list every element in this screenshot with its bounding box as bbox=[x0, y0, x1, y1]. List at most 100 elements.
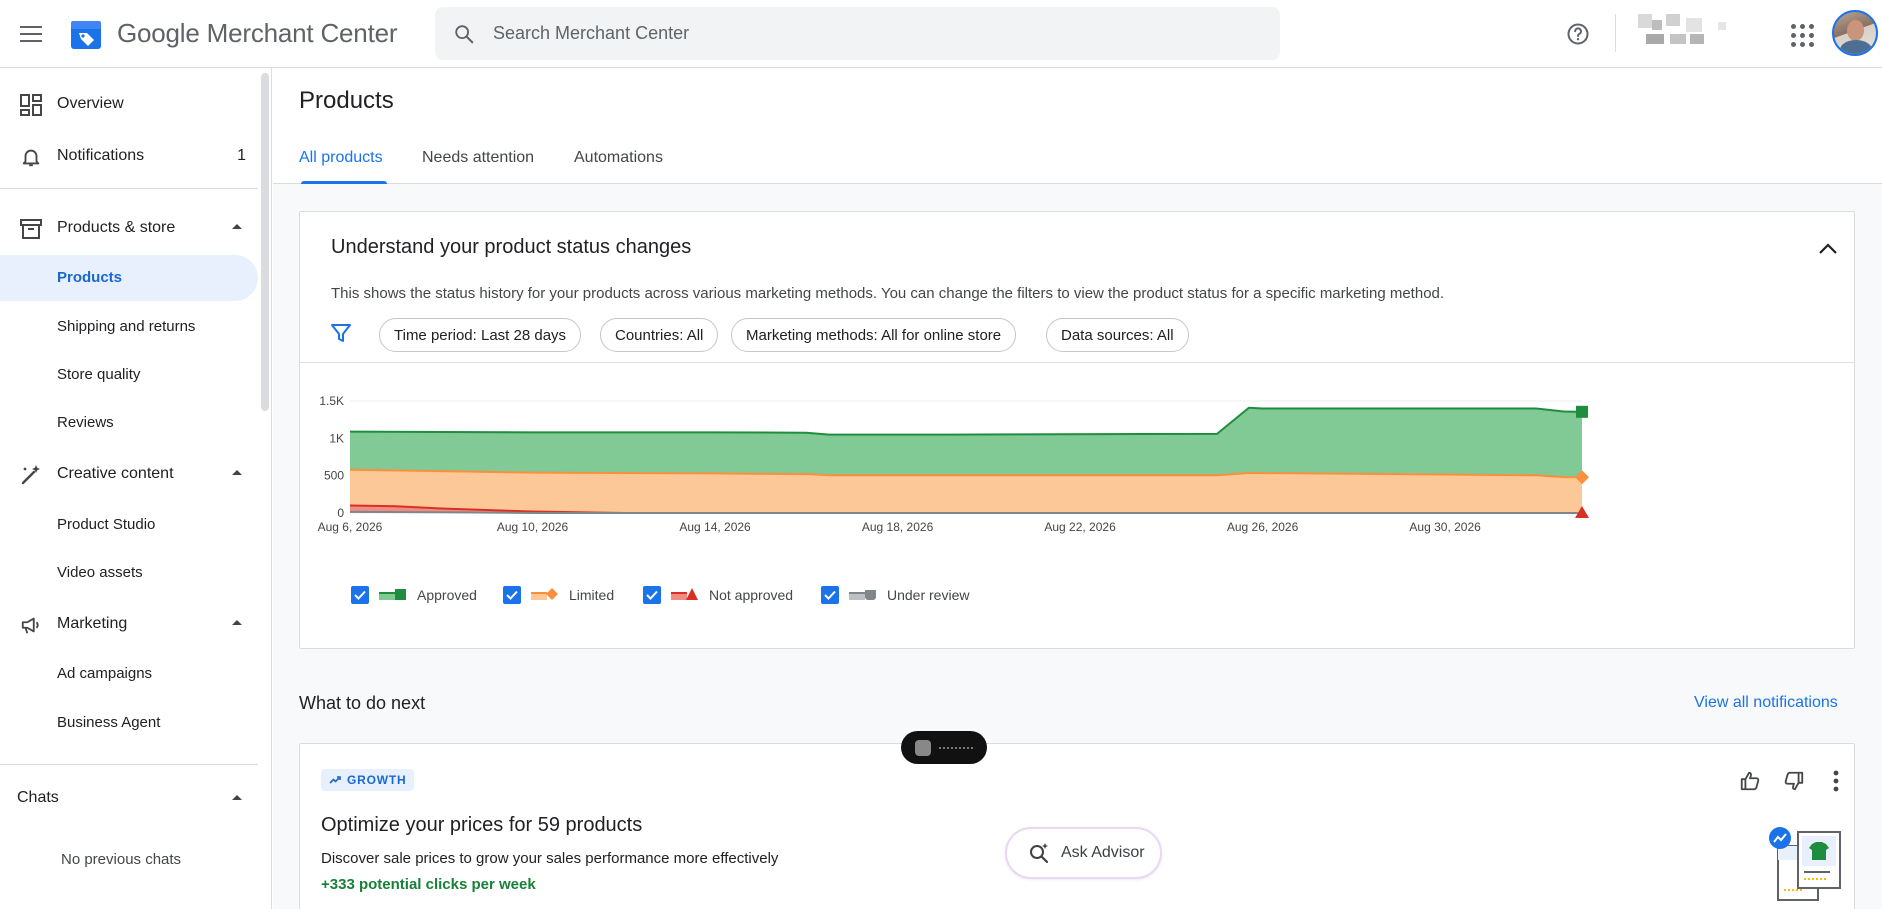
more-options-button[interactable] bbox=[1820, 765, 1852, 797]
megaphone-icon bbox=[19, 613, 43, 637]
thumbs-up-icon bbox=[1740, 771, 1760, 791]
status-card-description: This shows the status history for your p… bbox=[331, 285, 1445, 302]
series-line-under-review bbox=[349, 510, 1582, 514]
notifications-count: 1 bbox=[237, 147, 246, 164]
growth-recommendation-card: GROWTH Optimize your prices for 59 produ… bbox=[299, 743, 1855, 909]
collapse-caret-icon bbox=[232, 470, 242, 475]
bell-icon bbox=[19, 145, 43, 169]
trending-up-icon bbox=[329, 776, 341, 784]
approved-swatch-icon bbox=[379, 588, 407, 602]
thumbs-up-button[interactable] bbox=[1734, 765, 1766, 797]
tab-automations[interactable]: Automations bbox=[574, 149, 663, 167]
status-history-chart: 0 500 1K 1.5K Aug 6, 2026 Aug 10, 2026 Aug 14,… bbox=[318, 394, 1589, 534]
x-tick-label: Aug 22, 2026 bbox=[1044, 520, 1116, 534]
search-input[interactable] bbox=[493, 23, 1253, 44]
sidebar-item-product-studio[interactable]: Product Studio bbox=[0, 502, 258, 548]
search-sparkle-icon bbox=[1030, 843, 1049, 864]
sidebar-divider bbox=[0, 764, 258, 765]
checkbox-checked-icon[interactable] bbox=[351, 586, 369, 604]
checkbox-checked-icon[interactable] bbox=[503, 586, 521, 604]
x-tick-label: Aug 10, 2026 bbox=[497, 520, 569, 534]
growth-card-title: Optimize your prices for 59 products bbox=[321, 814, 643, 836]
collapse-caret-icon bbox=[232, 795, 242, 800]
sidebar-divider bbox=[0, 188, 258, 189]
status-card-title: Understand your product status changes bbox=[331, 236, 692, 258]
sidebar-scrollbar[interactable] bbox=[261, 73, 269, 411]
sidebar-item-shipping-returns[interactable]: Shipping and returns bbox=[0, 304, 258, 350]
hamburger-menu-icon bbox=[20, 25, 42, 42]
thumbs-down-button[interactable] bbox=[1778, 765, 1810, 797]
checkbox-checked-icon[interactable] bbox=[821, 586, 839, 604]
brand-name: Google Merchant Center bbox=[117, 18, 398, 48]
y-tick-label: 1.5K bbox=[319, 394, 344, 408]
main-menu-button[interactable] bbox=[11, 14, 51, 54]
filter-chip-time-period[interactable]: Time period: Last 28 days bbox=[379, 318, 582, 352]
legend-not-approved[interactable]: Not approved bbox=[643, 585, 793, 605]
filter-chip-countries[interactable]: Countries: All bbox=[600, 318, 719, 352]
sidebar-item-marketing[interactable]: Marketing bbox=[0, 601, 258, 647]
chevron-up-icon bbox=[1819, 243, 1837, 254]
magic-wand-icon bbox=[19, 463, 43, 487]
price-optimization-illustration bbox=[1769, 827, 1841, 901]
screen-recorder-pill[interactable] bbox=[901, 731, 987, 764]
growth-card-description: Discover sale prices to grow your sales … bbox=[321, 850, 779, 867]
filter-icon[interactable] bbox=[330, 322, 352, 344]
sidebar-item-store-quality[interactable]: Store quality bbox=[0, 352, 258, 398]
sidebar-item-business-agent[interactable]: Business Agent bbox=[0, 700, 258, 746]
account-switcher-blurred[interactable] bbox=[1638, 14, 1738, 48]
series-end-marker-approved bbox=[1576, 405, 1588, 418]
sidebar-item-reviews[interactable]: Reviews bbox=[0, 400, 258, 446]
search-bar[interactable] bbox=[435, 7, 1280, 60]
tab-all-products[interactable]: All products bbox=[299, 149, 383, 167]
tab-needs-attention[interactable]: Needs attention bbox=[422, 149, 534, 167]
chats-section-toggle[interactable]: Chats bbox=[0, 787, 258, 811]
status-chart-container: 0 500 1K 1.5K Aug 6, 2026 Aug 10, 2026 Aug 14,… bbox=[300, 363, 1854, 649]
top-app-bar: Google Merchant Center bbox=[0, 0, 1882, 68]
x-tick-label: Aug 14, 2026 bbox=[679, 520, 751, 534]
legend-limited[interactable]: Limited bbox=[503, 585, 614, 605]
collapse-caret-icon bbox=[232, 620, 242, 625]
what-to-do-next-title: What to do next bbox=[299, 693, 426, 713]
sidebar-item-video-assets[interactable]: Video assets bbox=[0, 550, 258, 596]
active-tab-indicator bbox=[301, 181, 387, 184]
google-apps-button[interactable] bbox=[1787, 20, 1817, 50]
merchant-center-logo[interactable]: Google Merchant Center bbox=[69, 17, 398, 51]
recorder-dots-icon bbox=[939, 746, 973, 749]
legend-under-review[interactable]: Under review bbox=[821, 585, 969, 605]
filter-chip-marketing-methods[interactable]: Marketing methods: All for online store bbox=[731, 318, 1017, 352]
collapse-card-button[interactable] bbox=[1815, 236, 1841, 262]
sidebar-item-products[interactable]: Products bbox=[0, 255, 258, 301]
status-history-card: Understand your product status changes T… bbox=[299, 211, 1855, 649]
no-chats-message: No previous chats bbox=[61, 851, 182, 868]
y-tick-label: 0 bbox=[337, 506, 344, 520]
help-icon bbox=[1567, 23, 1589, 45]
more-vert-icon bbox=[1833, 770, 1839, 792]
account-avatar[interactable] bbox=[1832, 10, 1878, 56]
help-button[interactable] bbox=[1562, 18, 1594, 50]
x-tick-label: Aug 6, 2026 bbox=[318, 520, 383, 534]
view-all-notifications-link[interactable]: View all notifications bbox=[1694, 694, 1838, 712]
store-box-icon bbox=[19, 217, 43, 241]
y-tick-label: 500 bbox=[324, 469, 344, 483]
collapse-caret-icon bbox=[232, 224, 242, 229]
x-tick-label: Aug 18, 2026 bbox=[862, 520, 934, 534]
sidebar-item-products-store[interactable]: Products & store bbox=[0, 205, 258, 251]
search-icon bbox=[453, 21, 479, 47]
y-tick-label: 1K bbox=[329, 431, 344, 445]
sidebar-item-ad-campaigns[interactable]: Ad campaigns bbox=[0, 651, 258, 697]
ask-advisor-button[interactable]: Ask Advisor bbox=[1005, 827, 1162, 879]
x-tick-label: Aug 30, 2026 bbox=[1409, 520, 1481, 534]
potential-clicks-metric: +333 potential clicks per week bbox=[321, 876, 536, 893]
recorder-icon bbox=[915, 739, 931, 756]
page-title: Products bbox=[299, 87, 394, 114]
sidebar-item-creative-content[interactable]: Creative content bbox=[0, 451, 258, 497]
merchant-center-logo-icon bbox=[71, 20, 101, 49]
under-review-swatch-icon bbox=[849, 588, 877, 602]
main-content: Products All products Needs attention Au… bbox=[273, 68, 1882, 909]
sidebar-item-notifications[interactable]: Notifications 1 bbox=[0, 133, 258, 179]
filter-chip-data-sources[interactable]: Data sources: All bbox=[1046, 318, 1189, 352]
checkbox-checked-icon[interactable] bbox=[643, 586, 661, 604]
legend-approved[interactable]: Approved bbox=[351, 585, 477, 605]
sidebar-item-overview[interactable]: Overview bbox=[0, 81, 258, 127]
growth-badge: GROWTH bbox=[321, 769, 415, 791]
